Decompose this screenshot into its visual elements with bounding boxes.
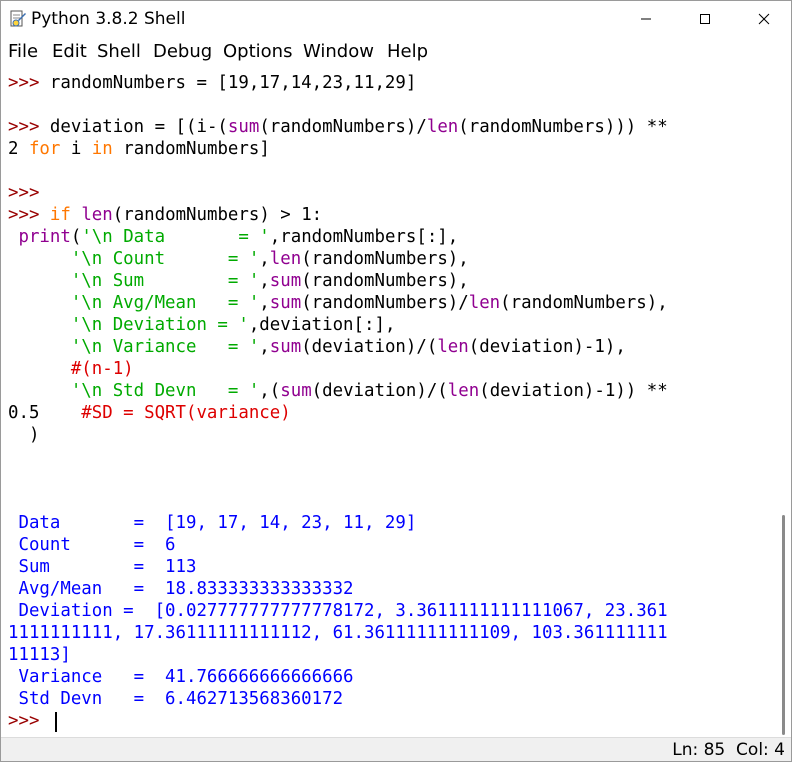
shell-text-area[interactable]: >>> randomNumbers = [19,17,14,23,11,29] … <box>1 68 776 736</box>
code-line: ) <box>8 425 40 445</box>
output-line: Count = 6 <box>8 535 176 555</box>
menu-debug[interactable]: Debug <box>153 41 212 62</box>
code-line: '\n Variance = ',sum(deviation)/(len(dev… <box>70 337 626 357</box>
title-bar[interactable]: Python 3.8.2 Shell <box>1 1 791 37</box>
code-line: >>> <box>8 182 39 204</box>
code-line: >>> if len(randomNumbers) > 1: <box>8 205 323 225</box>
output-line: Data = [19, 17, 14, 23, 11, 29] <box>8 513 417 533</box>
code-line: 2 for i in randomNumbers] <box>8 139 270 159</box>
code-line: '\n Std Devn = ',(sum(deviation)/(len(de… <box>70 381 668 401</box>
output-line: 1111111111, 17.36111111111112, 61.361111… <box>8 623 668 643</box>
output-line: Variance = 41.766666666666666 <box>8 667 354 687</box>
shell-prompt: >>> <box>8 73 50 93</box>
close-icon <box>758 13 770 25</box>
maximize-icon <box>700 14 710 24</box>
maximize-button[interactable] <box>676 1 734 37</box>
menu-shell[interactable]: Shell <box>97 41 141 62</box>
text-cursor <box>55 712 57 732</box>
output-line: Avg/Mean = 18.833333333333332 <box>8 579 354 599</box>
minimize-icon <box>641 18 651 20</box>
menu-help[interactable]: Help <box>387 41 428 62</box>
window-title: Python 3.8.2 Shell <box>31 9 186 29</box>
line-number: Ln: 85 <box>672 740 726 760</box>
menu-bar: File Edit Shell Debug Options Window Hel… <box>1 37 791 67</box>
code-line: '\n Count = ',len(randomNumbers), <box>70 249 469 269</box>
menu-options[interactable]: Options <box>223 41 292 62</box>
minimize-button[interactable] <box>617 1 675 37</box>
python-idle-icon <box>10 10 26 27</box>
cursor-position: Ln: 85 Col: 4 <box>672 740 785 760</box>
shell-prompt: >>> <box>8 205 50 225</box>
code-line: 0.5 #SD = SQRT(variance) <box>8 403 291 423</box>
menu-window[interactable]: Window <box>303 41 374 62</box>
column-number: Col: 4 <box>736 740 785 760</box>
close-button[interactable] <box>735 1 791 37</box>
code-line: >>> deviation = [(i-(sum(randomNumbers)/… <box>8 117 668 137</box>
output-line: Deviation = [0.027777777777778172, 3.361… <box>8 601 668 621</box>
status-bar: Ln: 85 Col: 4 <box>1 737 791 761</box>
code-line: '\n Avg/Mean = ',sum(randomNumbers)/len(… <box>70 293 668 313</box>
menu-edit[interactable]: Edit <box>52 41 87 62</box>
menu-file[interactable]: File <box>8 41 38 62</box>
code-line: print('\n Data = ',randomNumbers[:], <box>8 227 459 247</box>
vertical-scrollbar[interactable] <box>776 68 791 736</box>
input-line[interactable]: >>> <box>8 710 39 732</box>
code-line: >>> randomNumbers = [19,17,14,23,11,29] <box>8 73 417 93</box>
shell-prompt: >>> <box>8 711 40 731</box>
scrollbar-thumb[interactable] <box>782 515 785 735</box>
code-line: '\n Deviation = ',deviation[:], <box>70 315 396 335</box>
shell-prompt: >>> <box>8 117 50 137</box>
output-line: Sum = 113 <box>8 557 197 577</box>
shell-prompt: >>> <box>8 183 40 203</box>
code-line: '\n Sum = ',sum(randomNumbers), <box>70 271 469 291</box>
idle-shell-window: Python 3.8.2 Shell File Edit Shell Debug… <box>0 0 792 762</box>
code-line: #(n-1) <box>70 359 134 379</box>
output-line: Std Devn = 6.462713568360172 <box>8 689 344 709</box>
output-line: 11113] <box>8 645 71 665</box>
